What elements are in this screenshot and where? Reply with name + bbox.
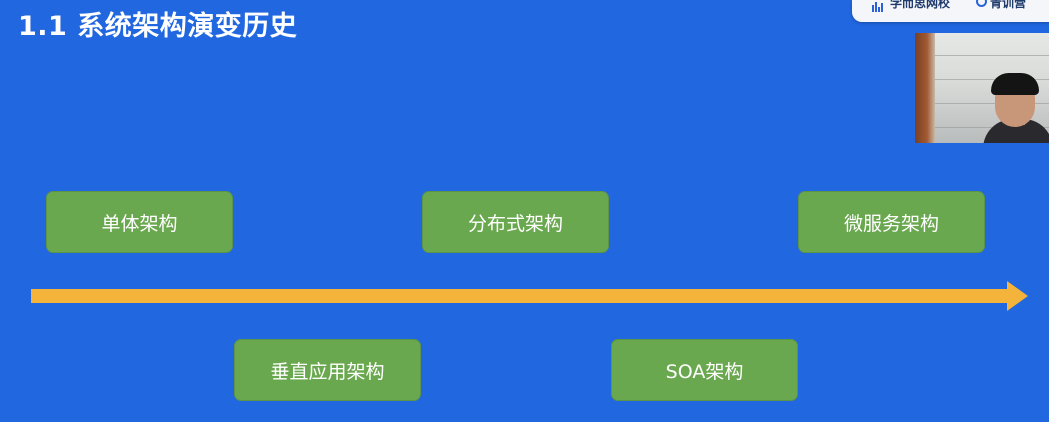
brand-logo-bar: 学而思网校 青训营 <box>852 0 1049 22</box>
webcam-doorframe <box>915 33 935 143</box>
slide-title: 1.1 系统架构演变历史 <box>18 11 298 42</box>
stage-monolithic: 单体架构 <box>46 191 233 253</box>
stage-distributed: 分布式架构 <box>422 191 609 253</box>
brand-name-2: 青训营 <box>990 0 1027 10</box>
stage-soa: SOA架构 <box>611 339 798 401</box>
timeline-arrow-icon <box>31 281 1028 311</box>
webcam-person-hair <box>991 73 1039 95</box>
webcam-tile-line <box>935 55 1049 56</box>
logo-icon <box>872 0 886 12</box>
brand-icon <box>976 0 987 7</box>
brand-name-1: 学而思网校 <box>890 0 951 10</box>
stage-microservices: 微服务架构 <box>798 191 985 253</box>
webcam-video <box>915 33 1049 143</box>
stage-vertical-application: 垂直应用架构 <box>234 339 421 401</box>
